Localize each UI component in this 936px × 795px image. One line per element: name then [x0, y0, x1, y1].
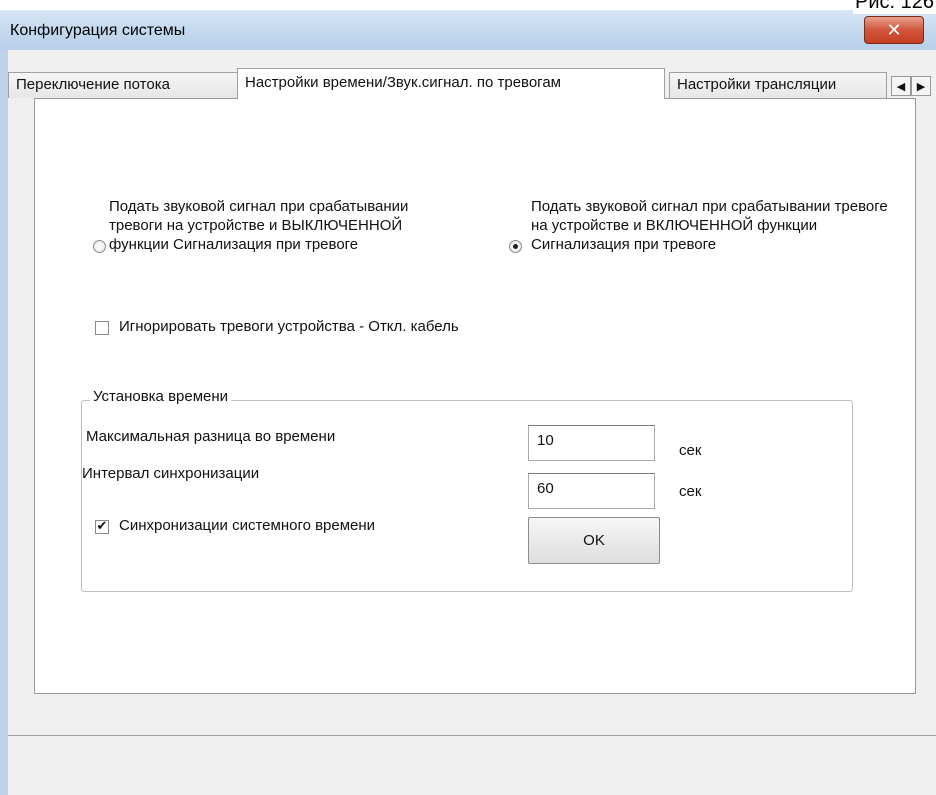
- tab-time-alarm-settings[interactable]: Настройки времени/Звук.сигнал. по тревог…: [237, 68, 665, 99]
- figure-caption: Рис. 126: [853, 0, 936, 14]
- max-diff-unit: сек: [679, 442, 702, 459]
- sync-time-label: Синхронизации системного времени: [119, 517, 376, 534]
- tab-scroll-left-icon[interactable]: ◀: [891, 76, 911, 96]
- sync-interval-input[interactable]: 60: [528, 473, 655, 509]
- status-bar: [8, 736, 936, 795]
- tab-scroll-right-icon[interactable]: ▶: [911, 76, 931, 96]
- sync-time-checkbox[interactable]: ✔: [95, 520, 109, 534]
- tab-stream-switching[interactable]: Переключение потока: [8, 72, 239, 98]
- sync-interval-unit: сек: [679, 483, 702, 500]
- sync-interval-label: Интервал синхронизации: [82, 465, 260, 482]
- close-icon: ✕: [886, 19, 902, 41]
- max-diff-label: Максимальная разница во времени: [86, 428, 336, 445]
- max-diff-input[interactable]: 10: [528, 425, 655, 461]
- title-bar[interactable]: Конфигурация системы ✕: [0, 10, 936, 50]
- close-button[interactable]: ✕: [864, 16, 924, 44]
- ok-button[interactable]: OK: [528, 517, 660, 564]
- window-title: Конфигурация системы: [10, 22, 186, 39]
- tab-strip: Переключение потока Настройки времени/Зв…: [8, 68, 936, 99]
- tab-broadcast-settings[interactable]: Настройки трансляции: [669, 72, 887, 98]
- time-settings-legend: Установка времени: [90, 388, 232, 405]
- group-layer: Установка времени Максимальная разница в…: [34, 98, 916, 694]
